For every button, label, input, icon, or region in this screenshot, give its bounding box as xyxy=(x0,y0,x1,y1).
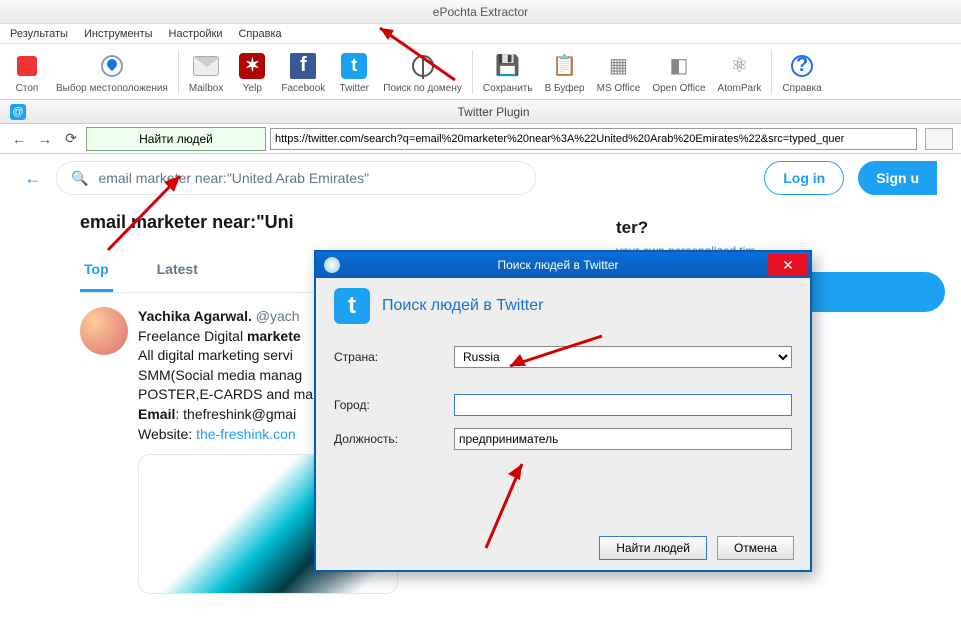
search-people-dialog: Поиск людей в Twitter ✕ t Поиск людей в … xyxy=(314,250,812,572)
twitter-search-text: email marketer near:"United Arab Emirate… xyxy=(98,170,369,186)
twitter-topbar: ← 🔍 email marketer near:"United Arab Emi… xyxy=(0,154,961,202)
yelp-icon: ✶ xyxy=(239,53,265,79)
toolbar-separator xyxy=(771,50,772,94)
form-row-country: Страна: Russia xyxy=(334,346,792,368)
twitter-search-input[interactable]: 🔍 email marketer near:"United Arab Emira… xyxy=(56,161,536,195)
toolbar-separator xyxy=(472,50,473,94)
country-select[interactable]: Russia xyxy=(454,346,792,368)
toolbar-help[interactable]: ?Справка xyxy=(776,48,827,96)
dialog-title: Поиск людей в Twitter xyxy=(348,258,768,272)
nav-forward[interactable]: → xyxy=(34,128,56,150)
clipboard-icon: 📋 xyxy=(549,50,581,82)
menu-results[interactable]: Результаты xyxy=(10,28,68,40)
toolbar-clipboard[interactable]: 📋В Буфер xyxy=(539,48,591,96)
menu-help[interactable]: Справка xyxy=(238,28,281,40)
toolbar-separator xyxy=(178,50,179,94)
stop-icon xyxy=(17,56,37,76)
location-icon xyxy=(101,55,123,77)
twitter-icon: t xyxy=(341,53,367,79)
tab-top[interactable]: Top xyxy=(80,249,113,292)
twitter-back-icon[interactable]: ← xyxy=(24,168,42,189)
menu-tools[interactable]: Инструменты xyxy=(84,28,153,40)
tab-latest[interactable]: Latest xyxy=(153,249,202,292)
app-titlebar: ePochta Extractor xyxy=(0,0,961,24)
navbar: ← → ⟳ Найти людей xyxy=(0,124,961,154)
sidebar-heading: ter? xyxy=(616,218,945,238)
role-input[interactable] xyxy=(454,428,792,450)
toolbar-mailbox[interactable]: Mailbox xyxy=(183,48,229,96)
dialog-close-button[interactable]: ✕ xyxy=(768,254,808,276)
dialog-find-button[interactable]: Найти людей xyxy=(599,536,707,560)
twitter-logo-icon: t xyxy=(334,288,370,324)
search-icon: 🔍 xyxy=(71,170,88,187)
mailbox-icon xyxy=(193,56,219,76)
dialog-titlebar[interactable]: Поиск людей в Twitter ✕ xyxy=(316,252,810,278)
toolbar-geo[interactable]: Выбор местоположения xyxy=(50,48,174,96)
dialog-header-text: Поиск людей в Twitter xyxy=(382,297,543,315)
help-icon: ? xyxy=(791,55,813,77)
menubar: Результаты Инструменты Настройки Справка xyxy=(0,24,961,44)
dialog-body: t Поиск людей в Twitter Страна: Russia Г… xyxy=(316,278,810,472)
nav-back[interactable]: ← xyxy=(8,128,30,150)
form-row-role: Должность: xyxy=(334,428,792,450)
atompark-icon: ⚛ xyxy=(723,50,755,82)
plugin-title: Twitter Plugin xyxy=(26,105,961,119)
tweet-handle[interactable]: @yach xyxy=(256,308,300,324)
toolbar-stop[interactable]: Стоп xyxy=(4,48,50,96)
toolbar-save[interactable]: 💾Сохранить xyxy=(477,48,539,96)
menu-settings[interactable]: Настройки xyxy=(169,28,223,40)
plugin-titlebar: @ Twitter Plugin xyxy=(0,100,961,124)
toolbar-facebook[interactable]: fFacebook xyxy=(275,48,331,96)
dialog-icon xyxy=(324,257,340,273)
domain-icon xyxy=(412,55,434,77)
country-label: Страна: xyxy=(334,350,454,364)
tweet-username[interactable]: Yachika Agarwal. xyxy=(138,308,252,324)
city-label: Город: xyxy=(334,398,454,412)
avatar[interactable] xyxy=(80,307,128,355)
role-label: Должность: xyxy=(334,432,454,446)
app-title: ePochta Extractor xyxy=(433,5,528,19)
nav-refresh[interactable]: ⟳ xyxy=(60,128,82,150)
toolbar-domain[interactable]: Поиск по домену xyxy=(377,48,468,96)
msoffice-icon: ▦ xyxy=(602,50,634,82)
nav-go-button[interactable] xyxy=(925,128,953,150)
dialog-header: t Поиск людей в Twitter xyxy=(334,288,792,324)
dialog-footer: Найти людей Отмена xyxy=(599,536,794,560)
toolbar-openoffice[interactable]: ◧Open Office xyxy=(646,48,711,96)
toolbar: Стоп Выбор местоположения Mailbox ✶Yelp … xyxy=(0,44,961,100)
toolbar-twitter[interactable]: tTwitter xyxy=(331,48,377,96)
form-row-city: Город: xyxy=(334,394,792,416)
url-input[interactable] xyxy=(270,128,917,150)
openoffice-icon: ◧ xyxy=(663,50,695,82)
toolbar-atompark[interactable]: ⚛AtomPark xyxy=(712,48,768,96)
facebook-icon: f xyxy=(290,53,316,79)
toolbar-msoffice[interactable]: ▦MS Office xyxy=(591,48,647,96)
toolbar-yelp[interactable]: ✶Yelp xyxy=(229,48,275,96)
save-icon: 💾 xyxy=(492,50,524,82)
city-input[interactable] xyxy=(454,394,792,416)
plugin-icon: @ xyxy=(10,104,26,120)
find-people-button[interactable]: Найти людей xyxy=(86,127,266,151)
dialog-cancel-button[interactable]: Отмена xyxy=(717,536,794,560)
tweet-website-link[interactable]: the-freshink.con xyxy=(196,426,296,442)
login-button[interactable]: Log in xyxy=(764,161,844,195)
signup-button[interactable]: Sign u xyxy=(858,161,937,195)
search-heading: email marketer near:"Uni xyxy=(80,212,600,233)
